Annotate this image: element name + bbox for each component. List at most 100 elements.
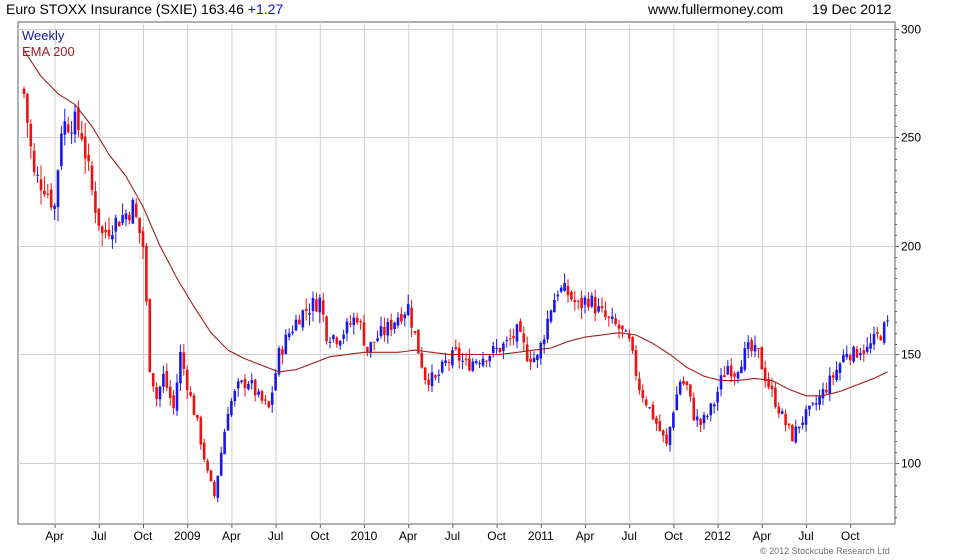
candle-down: [831, 375, 835, 378]
candle-down: [661, 429, 665, 436]
candle-up: [597, 306, 600, 312]
x-tick-label: Apr: [752, 529, 771, 543]
candle-up: [648, 407, 651, 409]
candle-down: [787, 423, 791, 426]
candle-down: [454, 346, 458, 350]
candle-up: [559, 287, 563, 292]
candle-down: [434, 375, 437, 378]
candle-up: [818, 396, 821, 405]
candle-up: [338, 340, 342, 346]
candle-up: [780, 411, 784, 414]
candle-down: [529, 358, 532, 363]
candle-up: [56, 170, 60, 208]
candle-up: [124, 213, 128, 220]
candle-up: [726, 365, 730, 375]
candle-up: [287, 333, 291, 338]
candle-up: [712, 404, 716, 407]
candle-up: [610, 316, 614, 319]
candle-down: [90, 165, 94, 191]
candle-down: [134, 203, 138, 217]
candle-down: [325, 316, 328, 342]
candle-up: [474, 361, 478, 364]
candle-up: [406, 304, 410, 316]
candle-down: [862, 350, 866, 355]
candle-up: [491, 346, 495, 353]
candle-down: [148, 299, 152, 373]
candle-down: [651, 404, 655, 420]
candle-down: [94, 191, 97, 213]
candle-up: [869, 343, 872, 349]
candle-down: [644, 399, 648, 406]
candle-up: [291, 331, 294, 334]
candle-down: [359, 321, 362, 323]
candle-down: [498, 348, 502, 353]
candle-up: [226, 413, 230, 431]
candle-up: [430, 372, 434, 386]
candle-down: [26, 93, 29, 123]
candle-down: [155, 387, 158, 399]
candle-up: [495, 347, 498, 349]
candle-up: [250, 380, 254, 384]
candle-down: [413, 331, 417, 333]
candle-down: [87, 154, 90, 162]
candle-up: [624, 330, 628, 332]
candle-down: [32, 150, 36, 173]
candle-up: [556, 294, 560, 297]
candle-up: [821, 389, 825, 399]
x-tick-label: Oct: [841, 529, 860, 543]
candle-down: [267, 401, 271, 408]
candle-up: [274, 373, 277, 391]
candle-down: [100, 226, 104, 234]
candle-down: [638, 378, 641, 391]
candle-up: [471, 361, 475, 371]
candle-down: [682, 380, 685, 385]
candle-down: [77, 107, 80, 131]
candle-down: [723, 375, 726, 378]
candle-down: [604, 310, 607, 318]
candle-up: [301, 310, 305, 328]
candle-up: [709, 403, 713, 416]
candle-down: [876, 332, 879, 334]
candle-up: [179, 352, 182, 384]
candle-up: [63, 121, 67, 135]
candle-down: [202, 442, 206, 460]
candle-up: [801, 422, 804, 426]
candle-down: [199, 417, 203, 445]
candle-up: [886, 320, 889, 322]
x-tick-label: Apr: [222, 529, 241, 543]
candle-down: [750, 339, 753, 351]
candle-up: [158, 386, 162, 400]
candle-down: [49, 189, 53, 208]
candle-down: [655, 417, 658, 424]
candle-down: [600, 305, 604, 309]
candle-down: [372, 341, 376, 343]
candle-up: [539, 342, 543, 359]
candle-up: [478, 363, 481, 365]
candle-up: [706, 415, 709, 417]
candle-down: [117, 221, 121, 227]
candle-down: [168, 386, 172, 398]
candle-up: [223, 431, 226, 455]
candle-down: [733, 373, 736, 377]
candle-up: [828, 375, 832, 395]
candle-down: [641, 390, 645, 399]
x-tick-label: Jul: [268, 529, 283, 543]
candle-down: [189, 392, 192, 396]
candle-down: [39, 179, 43, 191]
x-tick-label: Apr: [576, 529, 595, 543]
candle-up: [546, 318, 549, 340]
candle-up: [488, 355, 492, 362]
candle-up: [311, 297, 315, 312]
candle-down: [172, 395, 175, 409]
candle-down: [468, 358, 471, 371]
candle-down: [522, 333, 526, 343]
x-tick-label: Jul: [798, 529, 813, 543]
candle-down: [107, 229, 111, 237]
candle-down: [848, 354, 852, 361]
candle-down: [519, 321, 522, 332]
candle-down: [335, 337, 339, 345]
x-tick-label: 2011: [528, 529, 554, 543]
candle-down: [770, 385, 774, 390]
candle-up: [270, 392, 274, 405]
candle-down: [485, 360, 488, 362]
